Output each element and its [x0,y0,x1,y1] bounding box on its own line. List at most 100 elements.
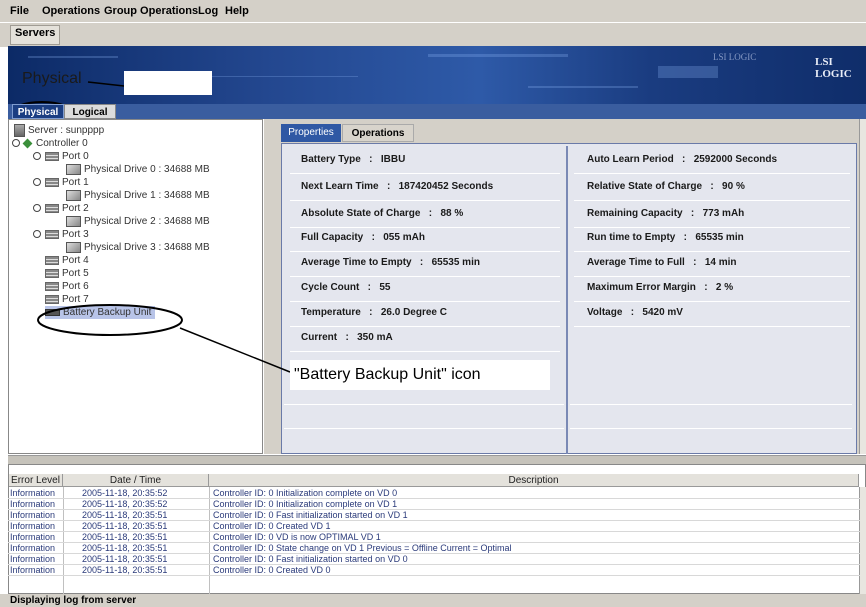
server-icon [14,124,25,137]
tree-item-port-1[interactable]: Port 1 [33,176,89,189]
prop-cycle-count: Cycle Count : 55 [301,282,391,293]
expand-handle-icon[interactable] [33,230,41,239]
log-cell-time: 2005-11-18, 20:35:51 [82,510,168,520]
prop-value: 2592000 Seconds [693,154,778,165]
prop-value: 5420 mV [642,307,683,318]
prop-label: Temperature [301,307,361,318]
prop-average-time-to-full: Average Time to Full : 14 min [587,257,737,268]
log-cell-description: Controller ID: 0 Fast initialization sta… [213,554,408,564]
prop-value: 773 mAh [702,208,745,219]
menu-operations[interactable]: Operations [42,5,100,17]
menu-help[interactable]: Help [225,5,249,17]
tree-item-drive-0[interactable]: Physical Drive 0 : 34688 MB [66,163,210,176]
prop-value: 65535 min [695,232,744,243]
tree-item-label: Physical Drive 3 : 34688 MB [84,242,210,253]
prop-label: Maximum Error Margin [587,282,696,293]
log-cell-time: 2005-11-18, 20:35:52 [82,499,168,509]
log-header-date-time[interactable]: Date / Time [63,474,209,487]
tree-item-port-5[interactable]: Port 5 [45,267,89,280]
prop-label: Relative State of Charge [587,181,703,192]
menu-file[interactable]: File [10,5,29,17]
prop-absolute-state-of-charge: Absolute State of Charge : 88 % [301,208,464,219]
logo-watermark: LSI LOGIC [713,52,757,62]
log-header-description[interactable]: Description [209,474,859,487]
tree-item-label: Port 1 [62,177,89,188]
prop-temperature: Temperature : 26.0 Degree C [301,307,447,318]
log-cell-description: Controller ID: 0 Created VD 1 [213,521,331,531]
log-cell-time: 2005-11-18, 20:35:51 [82,565,168,575]
toolbar [0,22,866,47]
menu-log[interactable]: Log [198,5,218,17]
menu-group-operations[interactable]: Group Operations [104,5,198,17]
tab-physical[interactable]: Physical [12,104,64,119]
prop-label: Next Learn Time [301,181,379,192]
prop-value: 55 [379,282,391,293]
log-header-error-level[interactable]: Error Level [9,474,63,487]
prop-label: Remaining Capacity [587,208,683,219]
tree-item-port-2[interactable]: Port 2 [33,202,89,215]
physical-drive-icon [66,163,81,175]
tree-item-label: Port 5 [62,268,89,279]
tree-item-label: Port 6 [62,281,89,292]
lsi-logic-logo: LSI LOGIC [815,56,852,80]
properties-scrollbar[interactable] [859,119,866,454]
tree-item-drive-2[interactable]: Physical Drive 2 : 34688 MB [66,215,210,228]
prop-label: Average Time to Empty [301,257,412,268]
expand-handle-icon[interactable] [33,178,41,187]
prop-label: Battery Type [301,154,361,165]
servers-button[interactable]: Servers [10,25,61,45]
tree-item-drive-3[interactable]: Physical Drive 3 : 34688 MB [66,241,210,254]
physical-drive-icon [66,215,81,227]
port-icon [45,281,59,291]
tree-item-controller[interactable]: Controller 0 [12,137,88,150]
port-icon [45,151,59,161]
tree-item-label: Physical Drive 1 : 34688 MB [84,190,210,201]
prop-full-capacity: Full Capacity : 055 mAh [301,232,425,243]
physical-drive-icon [66,189,81,201]
properties-column-divider [566,146,568,454]
log-cell-description: Controller ID: 0 Fast initialization sta… [213,510,408,520]
prop-value: 88 % [440,208,464,219]
tree-item-server[interactable]: Server : sunpppp [14,124,104,137]
log-cell-time: 2005-11-18, 20:35:51 [82,543,168,553]
log-scrollbar[interactable] [859,487,866,594]
tree-item-port-0[interactable]: Port 0 [33,150,89,163]
prop-label: Cycle Count [301,282,360,293]
annotation-bbu-callout: "Battery Backup Unit" icon [290,360,550,390]
tree-item-label: Physical Drive 2 : 34688 MB [84,216,210,227]
panel-splitter[interactable] [264,119,277,454]
tab-properties[interactable]: Properties [281,124,341,142]
log-cell-level: Information [10,521,56,531]
log-cell-description: Controller ID: 0 VD is now OPTIMAL VD 1 [213,532,381,542]
log-cell-level: Information [10,543,56,553]
tree-item-label: Port 4 [62,255,89,266]
tree-item-drive-1[interactable]: Physical Drive 1 : 34688 MB [66,189,210,202]
tab-operations[interactable]: Operations [342,124,414,142]
port-icon [45,229,59,239]
tab-logical[interactable]: Logical [64,104,116,119]
tree-item-port-4[interactable]: Port 4 [45,254,89,267]
prop-label: Average Time to Full [587,257,685,268]
tree-item-label: Port 2 [62,203,89,214]
expand-handle-icon[interactable] [33,152,41,161]
prop-label: Absolute State of Charge [301,208,421,219]
log-cell-time: 2005-11-18, 20:35:51 [82,554,168,564]
expand-handle-icon[interactable] [12,139,20,148]
view-tab-strip [8,104,866,119]
annotation-blank-box [124,71,212,95]
prop-run-time-to-empty: Run time to Empty : 65535 min [587,232,744,243]
prop-value: 350 mA [357,332,393,343]
log-cell-level: Information [10,499,56,509]
prop-value: 055 mAh [383,232,425,243]
prop-voltage: Voltage : 5420 mV [587,307,683,318]
prop-value: 90 % [722,181,745,192]
log-cell-level: Information [10,554,56,564]
log-cell-description: Controller ID: 0 State change on VD 1 Pr… [213,543,512,553]
prop-average-time-to-empty: Average Time to Empty : 65535 min [301,257,480,268]
log-cell-level: Information [10,532,56,542]
tree-item-port-6[interactable]: Port 6 [45,280,89,293]
tree-item-port-3[interactable]: Port 3 [33,228,89,241]
expand-handle-icon[interactable] [33,204,41,213]
prop-value: IBBU [380,154,406,165]
menu-bar: File Operations Group Operations Log Hel… [0,0,866,22]
